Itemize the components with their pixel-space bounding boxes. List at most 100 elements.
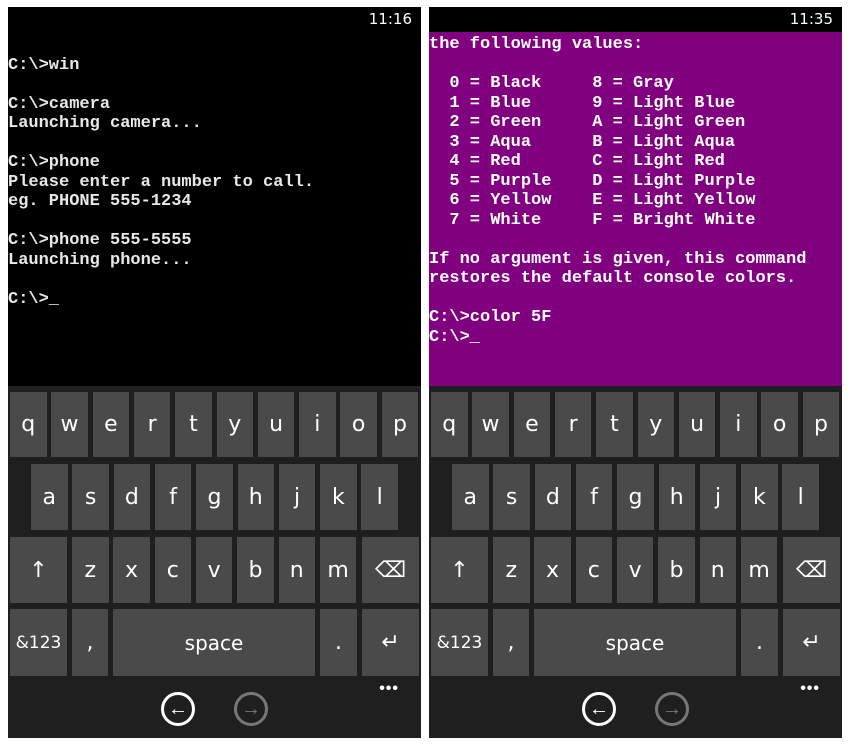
key-f[interactable]: f	[154, 464, 192, 530]
key-d[interactable]: d	[534, 464, 572, 530]
console-line: 2 = Green A = Light Green	[429, 113, 746, 132]
forward-arrow-icon[interactable]: →	[655, 692, 689, 726]
key-l[interactable]: l	[782, 464, 819, 530]
period-key[interactable]: .	[741, 609, 778, 676]
key-c[interactable]: c	[154, 537, 192, 603]
key-x[interactable]: x	[534, 537, 571, 603]
key-n[interactable]: n	[278, 537, 315, 603]
shift-key[interactable]: ↑	[431, 537, 488, 603]
more-options-icon[interactable]: •••	[800, 680, 820, 698]
key-e[interactable]: e	[92, 392, 130, 457]
comma-key[interactable]: ,	[72, 609, 108, 676]
key-k[interactable]: k	[320, 464, 357, 530]
console-line: 3 = Aqua B = Light Aqua	[429, 132, 736, 152]
key-m[interactable]: m	[740, 537, 778, 603]
console-line: C:\>color 5F	[429, 308, 552, 327]
key-w[interactable]: w	[472, 392, 509, 457]
comma-key[interactable]: ,	[493, 609, 529, 676]
status-bar: 11:35	[429, 7, 842, 32]
console-line: If no argument is given, this command	[429, 249, 807, 269]
key-p[interactable]: p	[381, 392, 419, 457]
backspace-key[interactable]: ⌫	[362, 537, 419, 603]
console-line: the following values:	[429, 35, 644, 54]
backspace-key[interactable]: ⌫	[783, 537, 840, 603]
key-e[interactable]: e	[513, 392, 551, 457]
console-line: Launching phone...	[8, 250, 192, 270]
enter-key[interactable]: ↵	[362, 609, 419, 676]
key-c[interactable]: c	[575, 537, 613, 603]
key-s[interactable]: s	[493, 464, 530, 530]
console-line: Please enter a number to call.	[8, 172, 315, 192]
key-y[interactable]: y	[637, 392, 674, 457]
key-t[interactable]: t	[175, 392, 212, 457]
key-z[interactable]: z	[493, 537, 530, 603]
status-bar: 11:16	[8, 7, 421, 32]
console-line: 1 = Blue 9 = Light Blue	[429, 93, 736, 113]
key-l[interactable]: l	[361, 464, 398, 530]
key-b[interactable]: b	[658, 537, 695, 603]
console-line: C:\>_	[8, 289, 60, 309]
period-key[interactable]: .	[320, 609, 357, 676]
console-output[interactable]: C:\>win C:\>camera Launching camera... C:\>…	[8, 32, 421, 386]
key-j[interactable]: j	[278, 464, 316, 530]
key-i[interactable]: i	[299, 392, 336, 457]
console-line: C:\>win	[8, 55, 80, 75]
key-v[interactable]: v	[616, 537, 654, 603]
key-q[interactable]: q	[431, 392, 468, 457]
forward-arrow-icon[interactable]: →	[234, 692, 268, 726]
key-g[interactable]: g	[617, 464, 654, 530]
console-line: C:\>camera	[8, 94, 111, 114]
key-y[interactable]: y	[216, 392, 253, 457]
back-arrow-icon[interactable]: ←	[161, 692, 195, 726]
key-u[interactable]: u	[678, 392, 716, 457]
on-screen-keyboard: q w e r t y u i o p a s d f g h j k l ↑ z x c v b n m ⌫ &123, space. ↵	[429, 386, 842, 676]
space-key[interactable]: space	[534, 609, 736, 676]
key-r[interactable]: r	[554, 392, 592, 457]
app-bar: ← → •••	[429, 676, 842, 738]
console-line: C:\>phone 555-5555	[8, 231, 192, 250]
enter-key[interactable]: ↵	[783, 609, 840, 676]
phone-screen-1: 11:16 C:\>win C:\>camera Launching camera..…	[8, 7, 421, 738]
symbols-key[interactable]: &123	[431, 609, 488, 676]
key-w[interactable]: w	[51, 392, 88, 457]
key-i[interactable]: i	[720, 392, 757, 457]
key-j[interactable]: j	[699, 464, 737, 530]
console-output[interactable]: the following values: 0 = Black 8 = Gray…	[429, 32, 842, 386]
key-o[interactable]: o	[761, 392, 798, 457]
status-time: 11:35	[789, 10, 833, 28]
symbols-key[interactable]: &123	[10, 609, 67, 676]
key-h[interactable]: h	[237, 464, 274, 530]
key-r[interactable]: r	[133, 392, 171, 457]
key-g[interactable]: g	[196, 464, 233, 530]
key-u[interactable]: u	[257, 392, 295, 457]
key-t[interactable]: t	[596, 392, 633, 457]
key-n[interactable]: n	[699, 537, 736, 603]
console-line: 0 = Black 8 = Gray	[429, 74, 674, 93]
key-q[interactable]: q	[10, 392, 47, 457]
key-s[interactable]: s	[72, 464, 109, 530]
console-line: 7 = White F = Bright White	[429, 210, 756, 230]
back-arrow-icon[interactable]: ←	[582, 692, 616, 726]
console-line: restores the default console colors.	[429, 269, 797, 288]
console-line: 4 = Red C = Light Red	[429, 152, 725, 171]
on-screen-keyboard: q w e r t y u i o p a s d f g h j k l ↑ z x c v b n m ⌫ &123, space. ↵	[8, 386, 421, 676]
key-z[interactable]: z	[72, 537, 109, 603]
key-f[interactable]: f	[575, 464, 613, 530]
key-h[interactable]: h	[658, 464, 695, 530]
key-d[interactable]: d	[113, 464, 151, 530]
key-k[interactable]: k	[741, 464, 778, 530]
key-a[interactable]: a	[452, 464, 489, 530]
key-v[interactable]: v	[195, 537, 233, 603]
key-x[interactable]: x	[113, 537, 150, 603]
console-line: eg. PHONE 555-1234	[8, 192, 192, 211]
console-line: C:\>phone	[8, 153, 100, 172]
space-key[interactable]: space	[113, 609, 315, 676]
key-o[interactable]: o	[340, 392, 377, 457]
key-p[interactable]: p	[802, 392, 840, 457]
app-bar: ← → •••	[8, 676, 421, 738]
key-a[interactable]: a	[31, 464, 68, 530]
key-b[interactable]: b	[237, 537, 274, 603]
more-options-icon[interactable]: •••	[379, 680, 399, 698]
shift-key[interactable]: ↑	[10, 537, 67, 603]
key-m[interactable]: m	[319, 537, 357, 603]
